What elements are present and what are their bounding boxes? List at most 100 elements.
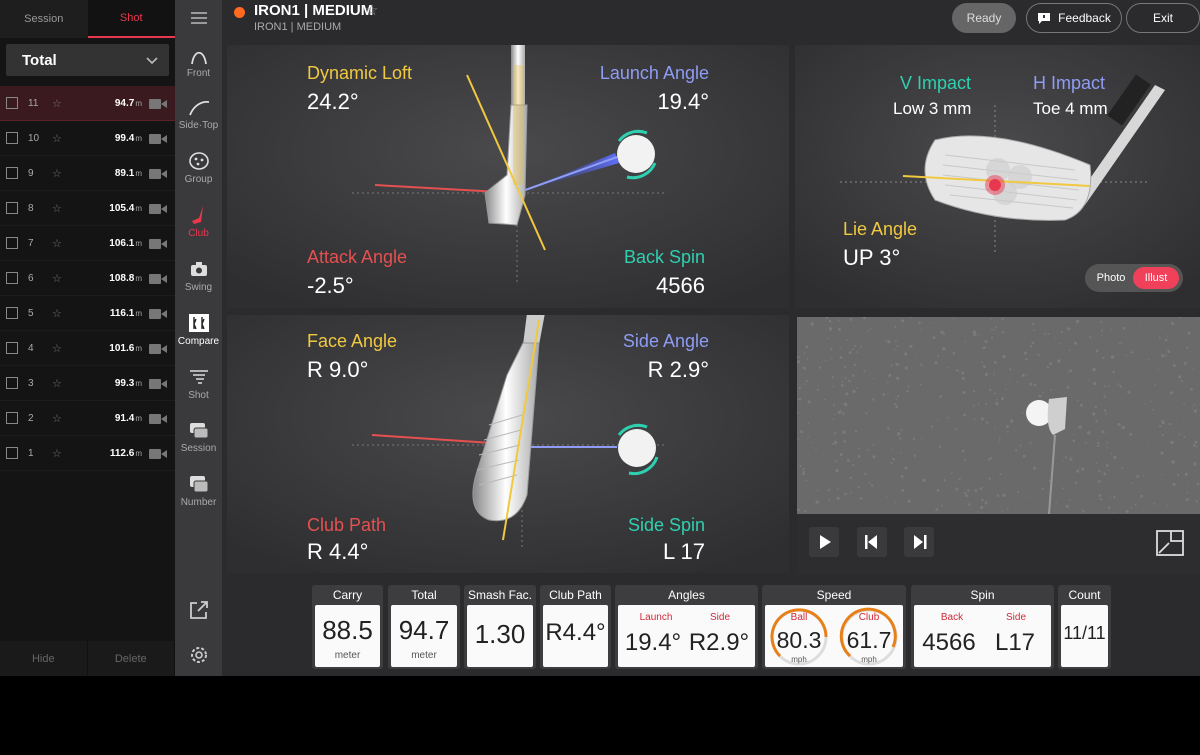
texture-speck	[1101, 430, 1105, 434]
export-button[interactable]	[175, 600, 222, 623]
texture-speck	[1107, 469, 1110, 471]
feedback-button[interactable]: Feedback	[1026, 3, 1122, 33]
shot-row[interactable]: 5 ☆ 116.1m	[0, 296, 175, 331]
shot-checkbox[interactable]	[6, 447, 18, 459]
texture-speck	[1065, 504, 1069, 508]
texture-speck	[1177, 474, 1180, 477]
star-icon[interactable]: ☆	[52, 167, 72, 180]
video-camera-icon[interactable]	[149, 413, 167, 424]
texture-speck	[846, 339, 848, 341]
star-icon[interactable]: ☆	[52, 272, 72, 285]
texture-speck	[1196, 482, 1200, 486]
star-icon[interactable]: ☆	[52, 202, 72, 215]
texture-speck	[1193, 403, 1196, 406]
video-camera-icon[interactable]	[149, 378, 167, 389]
shot-row[interactable]: 7 ☆ 106.1m	[0, 226, 175, 261]
texture-speck	[1148, 358, 1150, 361]
shot-distance: 89.1m	[72, 168, 142, 179]
texture-speck	[981, 498, 984, 502]
texture-speck	[1144, 403, 1146, 405]
filter-select[interactable]: Total	[6, 44, 169, 76]
shot-checkbox[interactable]	[6, 377, 18, 389]
launch-angle-value: 19.4°	[657, 89, 709, 114]
video-camera-icon[interactable]	[149, 448, 167, 459]
delete-button[interactable]: Delete	[87, 641, 175, 676]
shot-row[interactable]: 6 ☆ 108.8m	[0, 261, 175, 296]
shot-checkbox[interactable]	[6, 307, 18, 319]
shot-row[interactable]: 3 ☆ 99.3m	[0, 366, 175, 401]
star-icon[interactable]: ☆	[52, 237, 72, 250]
video-camera-icon[interactable]	[149, 273, 167, 284]
compare-icon	[188, 314, 209, 332]
star-icon[interactable]: ☆	[52, 412, 72, 425]
star-icon[interactable]: ☆	[52, 307, 72, 320]
photo-illust-toggle[interactable]: Photo Illust	[1085, 264, 1183, 292]
exit-button[interactable]: Exit	[1126, 3, 1200, 33]
menu-button[interactable]	[175, 8, 222, 31]
nav-compare[interactable]: Compare	[175, 313, 222, 347]
video-camera-icon[interactable]	[149, 98, 167, 109]
texture-speck	[984, 372, 989, 377]
video-camera-icon[interactable]	[149, 238, 167, 249]
nav-number[interactable]: Number	[175, 474, 222, 508]
texture-speck	[1057, 359, 1061, 363]
shot-checkbox[interactable]	[6, 237, 18, 249]
video-camera-icon[interactable]	[149, 308, 167, 319]
video-camera-icon[interactable]	[149, 203, 167, 214]
video-camera-icon[interactable]	[149, 168, 167, 179]
feedback-icon	[1038, 13, 1051, 24]
shot-checkbox[interactable]	[6, 132, 18, 144]
ready-button[interactable]: Ready	[952, 3, 1016, 33]
favorite-star-icon[interactable]: ☆	[365, 1, 378, 19]
nav-sidetop[interactable]: Side·Top	[175, 97, 222, 131]
texture-speck	[1076, 399, 1079, 402]
shot-row[interactable]: 1 ☆ 112.6m	[0, 436, 175, 471]
play-button[interactable]	[809, 527, 839, 557]
illust-option[interactable]: Illust	[1133, 267, 1179, 289]
texture-speck	[939, 395, 942, 398]
tab-session[interactable]: Session	[0, 0, 88, 38]
shot-checkbox[interactable]	[6, 342, 18, 354]
stat-carry: Carry 88.5 meter	[312, 585, 383, 669]
texture-speck	[1157, 368, 1159, 370]
shot-checkbox[interactable]	[6, 412, 18, 424]
shot-row[interactable]: 2 ☆ 91.4m	[0, 401, 175, 436]
spin-side-label: Side	[1005, 612, 1026, 623]
star-icon[interactable]: ☆	[52, 447, 72, 460]
shot-checkbox[interactable]	[6, 167, 18, 179]
texture-speck	[1166, 335, 1169, 337]
side-spin-value: L 17	[662, 539, 705, 564]
shot-row[interactable]: 10 ☆ 99.4m	[0, 121, 175, 156]
hide-button[interactable]: Hide	[0, 641, 88, 676]
shot-checkbox[interactable]	[6, 272, 18, 284]
nav-swing[interactable]: Swing	[175, 259, 222, 293]
texture-speck	[1192, 368, 1195, 370]
texture-speck	[864, 472, 867, 475]
star-icon[interactable]: ☆	[52, 377, 72, 390]
star-icon[interactable]: ☆	[52, 97, 72, 110]
shot-row[interactable]: 9 ☆ 89.1m	[0, 156, 175, 191]
shot-row[interactable]: 4 ☆ 101.6m	[0, 331, 175, 366]
shot-row[interactable]: 11 ☆ 94.7m	[0, 86, 175, 121]
shot-checkbox[interactable]	[6, 97, 18, 109]
photo-option[interactable]: Photo	[1091, 264, 1131, 292]
star-icon[interactable]: ☆	[52, 132, 72, 145]
video-camera-icon[interactable]	[149, 343, 167, 354]
step-forward-button[interactable]	[904, 527, 934, 557]
nav-front[interactable]: Front	[175, 45, 222, 79]
tab-shot[interactable]: Shot	[87, 0, 175, 38]
nav-club[interactable]: Club	[175, 205, 222, 239]
texture-speck	[1046, 366, 1049, 369]
shot-row[interactable]: 8 ☆ 105.4m	[0, 191, 175, 226]
video-camera-icon[interactable]	[149, 133, 167, 144]
nav-group[interactable]: Group	[175, 151, 222, 185]
nav-shot[interactable]: Shot	[175, 367, 222, 401]
nav-session[interactable]: Session	[175, 420, 222, 454]
texture-speck	[1074, 481, 1078, 485]
settings-button[interactable]	[175, 645, 222, 668]
speed-ball-unit: mph	[791, 655, 807, 664]
shot-checkbox[interactable]	[6, 202, 18, 214]
star-icon[interactable]: ☆	[52, 342, 72, 355]
fullscreen-button[interactable]	[1155, 527, 1185, 557]
step-back-button[interactable]	[857, 527, 887, 557]
